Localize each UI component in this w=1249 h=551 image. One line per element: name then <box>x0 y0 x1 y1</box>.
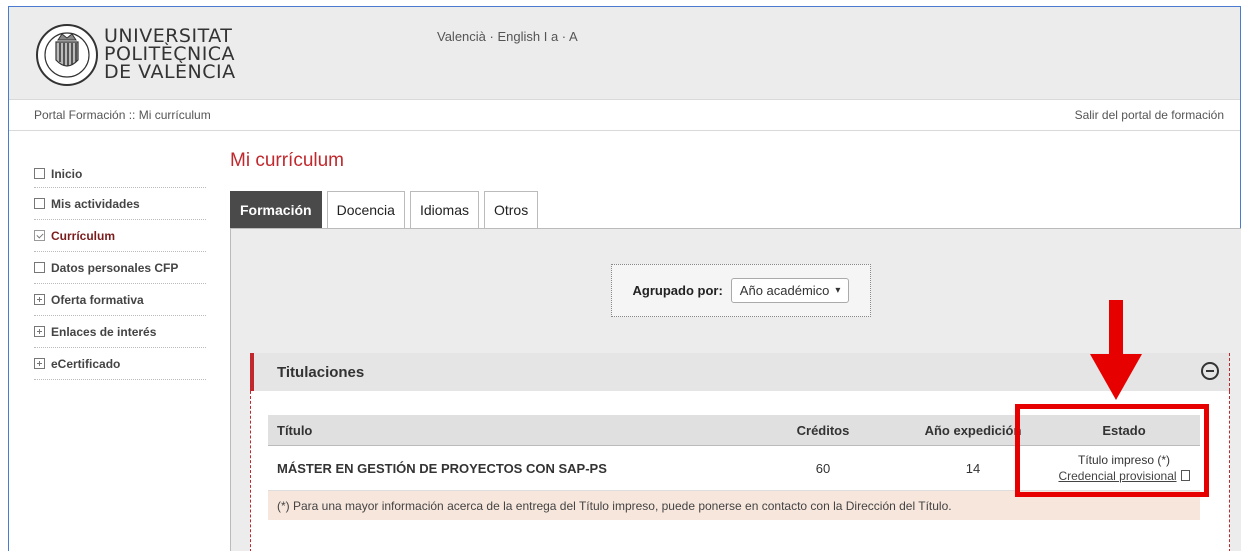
section-title: Titulaciones <box>277 364 365 381</box>
check-square-icon <box>34 230 45 241</box>
site-header: UNIVERSITAT POLITÈCNICA DE VALÈNCIA Vale… <box>9 7 1240 99</box>
group-by-select[interactable]: Año académico ▾ <box>730 278 850 303</box>
titulaciones-header: Titulaciones <box>250 353 1230 391</box>
cell-creditos: 60 <box>815 460 831 476</box>
sidebar-item-curriculum[interactable]: Currículum <box>34 220 206 252</box>
logo-line-3: DE VALÈNCIA <box>104 61 236 83</box>
tab-otros[interactable]: Otros <box>483 191 539 228</box>
sidebar-item-label: Inicio <box>51 166 83 181</box>
tab-docencia[interactable]: Docencia <box>326 191 405 228</box>
exit-portal-link[interactable]: Salir del portal de formación <box>1075 108 1224 122</box>
sidebar-nav: Inicio Mis actividades Currículum Datos … <box>34 160 206 380</box>
square-icon <box>34 198 45 209</box>
square-icon <box>34 262 45 273</box>
logo-wordmark: UNIVERSITAT POLITÈCNICA DE VALÈNCIA <box>104 27 236 83</box>
collapse-circle-icon[interactable] <box>1201 362 1219 380</box>
sidebar-item-label: eCertificado <box>51 356 121 371</box>
page-title: Mi currículum <box>230 150 345 171</box>
group-by-box: Agrupado por: Año académico ▾ <box>611 264 871 317</box>
plus-square-icon[interactable] <box>34 294 45 305</box>
upv-logo[interactable]: UNIVERSITAT POLITÈCNICA DE VALÈNCIA <box>36 20 235 90</box>
upv-seal-icon <box>36 24 98 86</box>
sidebar-item-datos-personales[interactable]: Datos personales CFP <box>34 252 206 284</box>
sidebar-item-label: Mis actividades <box>51 196 140 211</box>
font-separator: · <box>558 29 570 44</box>
plus-square-icon[interactable] <box>34 358 45 369</box>
sidebar-item-label: Currículum <box>51 228 116 243</box>
language-links: Valencià · English I a · A <box>437 29 578 44</box>
sidebar-item-mis-actividades[interactable]: Mis actividades <box>34 188 206 220</box>
col-titulo: Título <box>277 422 313 438</box>
chevron-down-icon: ▾ <box>835 285 841 296</box>
sidebar-item-label: Enlaces de interés <box>51 324 157 339</box>
sidebar-item-oferta-formativa[interactable]: Oferta formativa <box>34 284 206 316</box>
sidebar-item-label: Datos personales CFP <box>51 260 179 275</box>
square-icon <box>34 168 45 179</box>
col-creditos: Créditos <box>796 422 850 438</box>
lang-separator: · <box>485 29 498 44</box>
sidebar-item-enlaces[interactable]: Enlaces de interés <box>34 316 206 348</box>
breadcrumb[interactable]: Portal Formación :: Mi currículum <box>34 108 211 122</box>
sidebar-item-ecertificado[interactable]: eCertificado <box>34 348 206 380</box>
tab-bar: Formación Docencia Idiomas Otros <box>230 191 543 228</box>
sidebar-item-label: Oferta formativa <box>51 292 144 307</box>
lang-english-link[interactable]: English <box>497 29 540 44</box>
tab-formacion[interactable]: Formación <box>230 191 322 228</box>
group-by-value: Año académico <box>739 283 830 298</box>
lang-valenciano-link[interactable]: Valencià <box>437 29 486 44</box>
sidebar-item-inicio[interactable]: Inicio <box>34 160 206 188</box>
cell-titulo: MÁSTER EN GESTIÓN DE PROYECTOS CON SAP-P… <box>277 460 607 476</box>
group-by-label: Agrupado por: <box>632 283 723 298</box>
arrow-down-icon <box>1090 300 1142 400</box>
highlight-box <box>1015 404 1209 497</box>
font-larger-link[interactable]: A <box>569 29 578 44</box>
lang-separator: I <box>540 29 551 44</box>
tab-idiomas[interactable]: Idiomas <box>409 191 479 228</box>
breadcrumb-bar: Portal Formación :: Mi currículum Salir … <box>9 99 1240 131</box>
plus-square-icon[interactable] <box>34 326 45 337</box>
